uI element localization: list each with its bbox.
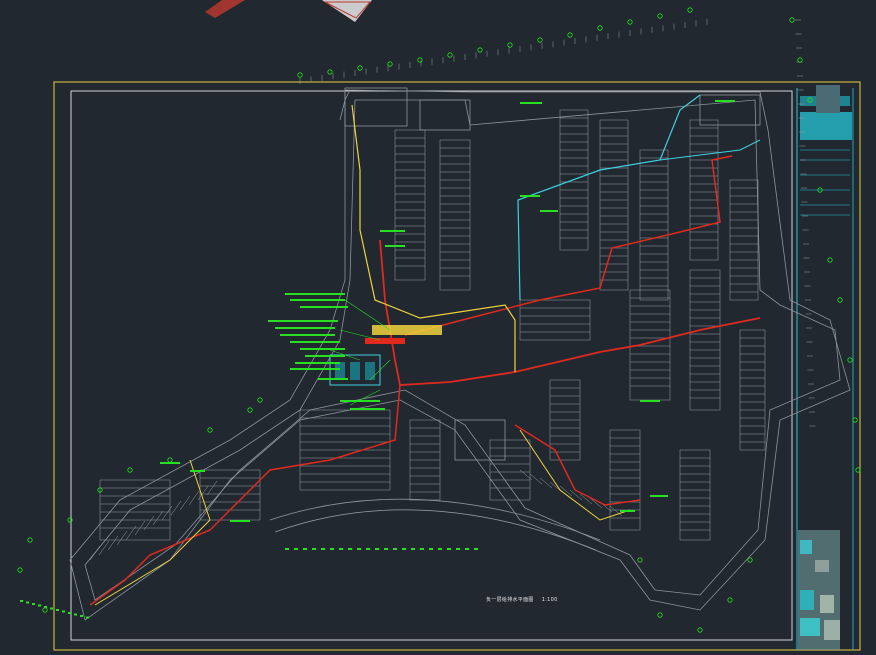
pump-1: [335, 362, 345, 380]
neighbor-sheet-fragment: [205, 0, 372, 22]
cad-drawing-canvas[interactable]: [0, 0, 876, 655]
pipe-yellow-west: [94, 459, 211, 606]
drawing-frame: [53, 81, 861, 651]
pipe-yellow-south: [519, 429, 631, 521]
pipe-cyan-branch: [659, 139, 761, 161]
pump-3: [365, 362, 375, 380]
green-leader-labels: [17, 7, 861, 633]
pump-2: [350, 362, 360, 380]
drawing-scale: 1:100: [541, 597, 558, 603]
drawing-title-text: 负一层给排水平面图: [486, 597, 534, 603]
cad-model-space[interactable]: 负一层给排水平面图 1:100: [0, 0, 876, 655]
pipe-red-south: [514, 424, 641, 506]
yellow-header-block: [372, 325, 442, 335]
pipe-cyan-main: [517, 94, 701, 301]
title-block: [796, 85, 854, 650]
pipe-red-main: [379, 239, 761, 386]
red-header-block: [365, 338, 405, 344]
drawing-title: 负一层给排水平面图 1:100: [486, 596, 558, 603]
